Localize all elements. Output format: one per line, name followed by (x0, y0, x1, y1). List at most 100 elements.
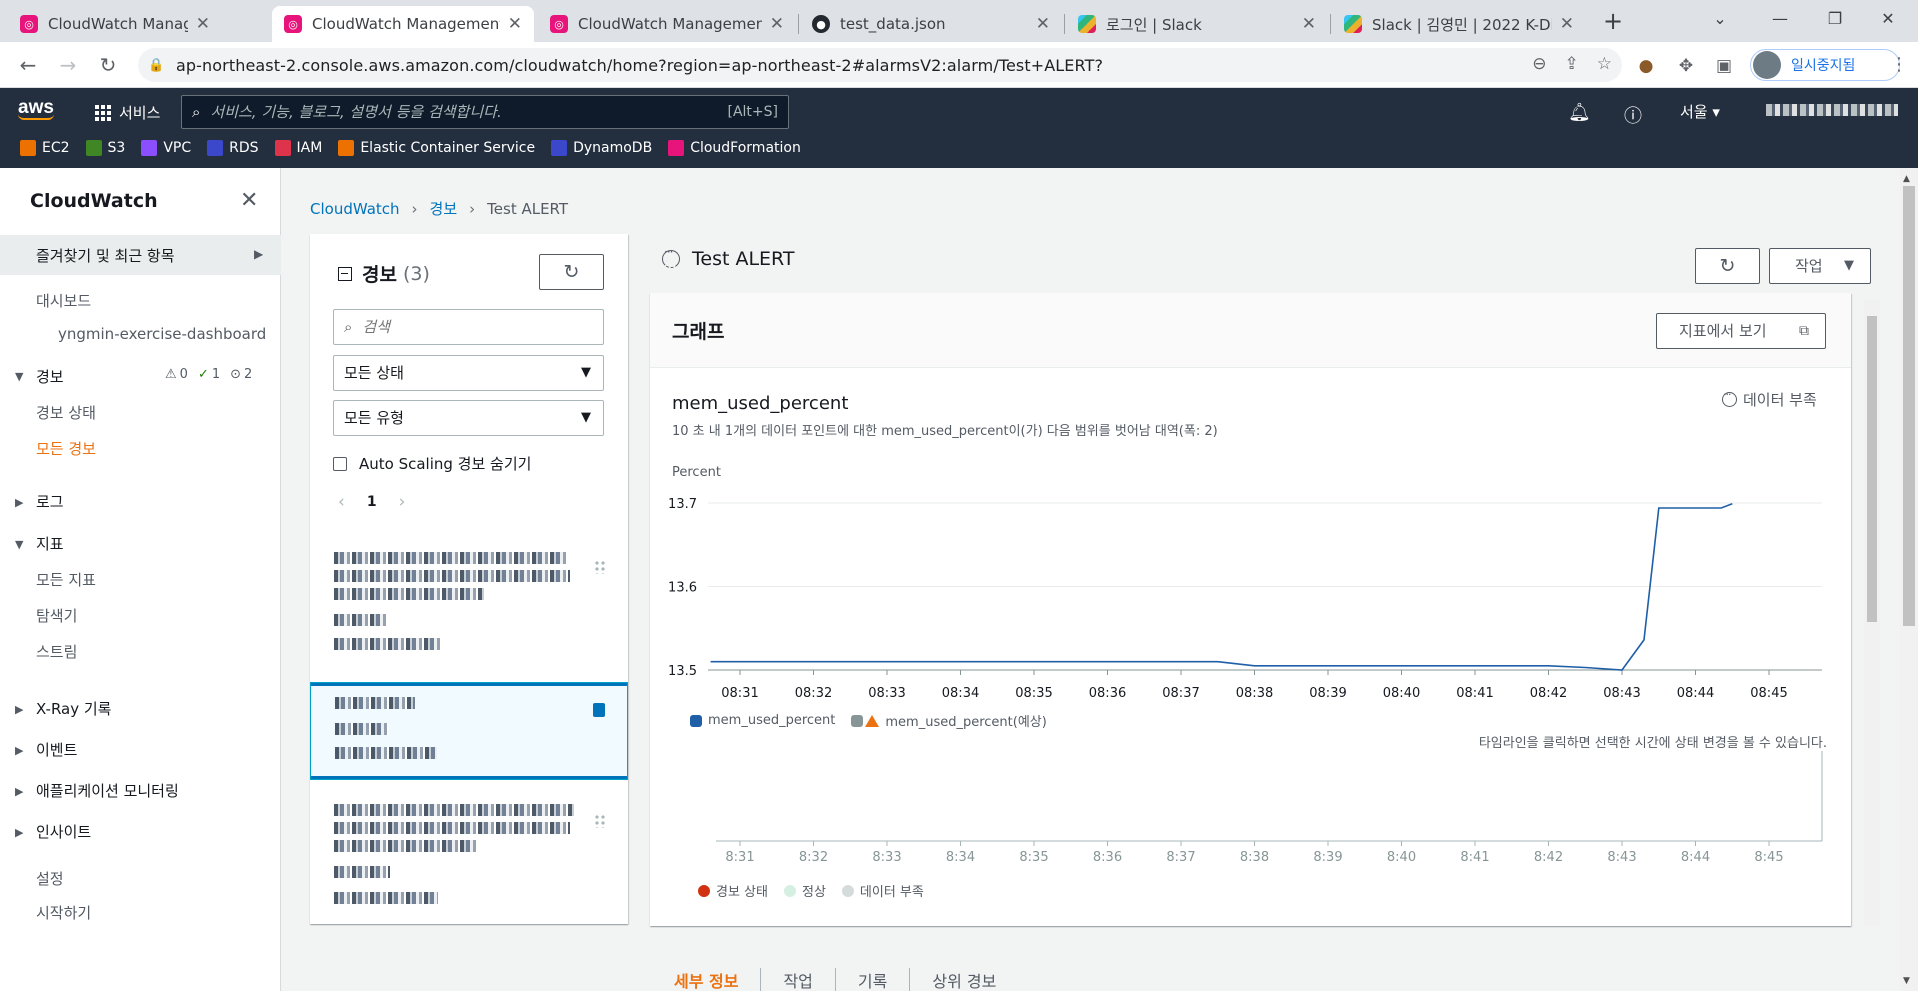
tab-parent-alarms[interactable]: 상위 경보 (910, 968, 1018, 991)
close-window-icon[interactable]: ✕ (1868, 4, 1908, 34)
notifications-bell-icon[interactable]: 🔔︎ (1568, 102, 1591, 123)
aws-logo[interactable]: aws (18, 97, 54, 120)
tab-history[interactable]: 기록 (836, 968, 911, 991)
chevron-left-icon[interactable]: ‹ (338, 492, 345, 512)
tab-search-chevron-icon[interactable]: ⌄ (1700, 4, 1740, 34)
close-icon[interactable]: ✕ (240, 188, 258, 213)
page-scrollbar-thumb[interactable] (1903, 186, 1915, 626)
sidebar-item-dashboard-link[interactable]: yngmin-exercise-dashboard (58, 325, 266, 343)
close-icon[interactable]: ✕ (196, 14, 210, 34)
legend-item-actual[interactable]: mem_used_percent (690, 713, 835, 728)
alarm-search[interactable]: ⌕ (333, 309, 604, 345)
checkbox[interactable] (333, 456, 347, 471)
drag-handle-icon[interactable] (594, 814, 606, 828)
insufficient-count[interactable]: ⊙ 2 (230, 367, 252, 382)
browser-tab[interactable]: ◎ CloudWatch Management ✕ (538, 6, 796, 42)
tab-actions[interactable]: 작업 (761, 968, 836, 991)
hide-autoscaling-checkbox[interactable]: Auto Scaling 경보 숨기기 (333, 453, 531, 474)
close-icon[interactable]: ✕ (508, 14, 522, 34)
sidebar-item-settings[interactable]: 설정 (36, 868, 64, 889)
caret-right-icon[interactable]: ▶ (15, 785, 23, 798)
console-search-input[interactable] (210, 103, 728, 121)
sidebar-section-alarms[interactable]: 경보 (36, 366, 64, 387)
caret-right-icon[interactable]: ▶ (15, 826, 23, 839)
fav-ec2[interactable]: EC2 (20, 140, 70, 156)
sidebar-section-xray[interactable]: X-Ray 기록 (36, 698, 111, 719)
browser-menu-icon[interactable]: ⋮ (1890, 54, 1908, 75)
zoom-icon[interactable]: ⊖ (1532, 54, 1546, 74)
sidebar-item-all-metrics[interactable]: 모든 지표 (36, 569, 96, 590)
caret-right-icon[interactable]: ▶ (15, 744, 23, 757)
sidebar-section-app-monitoring[interactable]: 애플리케이션 모니터링 (36, 780, 179, 801)
detail-scrollbar-thumb[interactable] (1867, 316, 1877, 622)
close-icon[interactable]: ✕ (770, 14, 784, 34)
caret-right-icon[interactable]: ▶ (15, 703, 23, 716)
sidebar-item-streams[interactable]: 스트림 (36, 641, 77, 662)
alarm-search-input[interactable] (362, 318, 593, 336)
alarm-list-item[interactable] (310, 790, 628, 918)
browser-tab[interactable]: ● test_data.json ✕ (800, 6, 1062, 42)
browser-tab[interactable]: 로그인 | Slack ✕ (1066, 6, 1328, 42)
sidebar-item-all-alarms[interactable]: 모든 경보 (36, 438, 96, 459)
drag-handle-icon[interactable] (594, 560, 606, 574)
legend-item-expected[interactable]: mem_used_percent(예상) (851, 711, 1047, 730)
sidebar-section-insights[interactable]: 인사이트 (36, 821, 91, 842)
ok-count[interactable]: ✓ 1 (198, 367, 220, 382)
minimize-icon[interactable]: — (1760, 4, 1800, 34)
chevron-right-icon[interactable]: › (399, 492, 406, 512)
state-filter-select[interactable]: 모든 상태 ▼ (333, 355, 604, 391)
fav-ecs[interactable]: Elastic Container Service (338, 140, 535, 156)
region-selector[interactable]: 서울 ▾ (1680, 101, 1720, 122)
cookie-extension-icon[interactable]: ● (1634, 54, 1658, 78)
console-search[interactable]: ⌕ [Alt+S] (181, 95, 789, 129)
tab-details[interactable]: 세부 정보 (650, 968, 762, 991)
profile-button[interactable]: 일시중지됨 (1750, 49, 1900, 81)
sidebar-item-dashboards[interactable]: 대시보드 (36, 290, 91, 311)
alarm-list-item-selected[interactable] (310, 682, 628, 780)
caret-down-icon[interactable]: ▼ (15, 538, 23, 551)
detail-refresh-button[interactable]: ↻ (1695, 248, 1760, 284)
browser-tab[interactable]: Slack | 김영민 | 2022 K-Dig ✕ (1332, 6, 1586, 42)
sidebar-item-explorer[interactable]: 탐색기 (36, 605, 77, 626)
back-icon[interactable]: ← (12, 49, 44, 81)
browser-tab-active[interactable]: ◎ CloudWatch Management ✕ (272, 6, 534, 42)
bookmark-star-icon[interactable]: ☆ (1597, 54, 1612, 74)
side-panel-icon[interactable]: ▣ (1712, 54, 1736, 78)
close-icon[interactable]: ✕ (1036, 14, 1050, 34)
sidebar-section-metrics[interactable]: 지표 (36, 533, 64, 554)
help-icon[interactable]: ⓘ (1624, 102, 1642, 128)
sidebar-item-alarm-state[interactable]: 경보 상태 (36, 402, 96, 423)
refresh-button[interactable]: ↻ (539, 254, 604, 290)
alarm-count[interactable]: ⚠ 0 (165, 367, 188, 382)
fav-iam[interactable]: IAM (274, 140, 322, 156)
fav-rds[interactable]: RDS (207, 140, 259, 156)
actions-dropdown-button[interactable]: 작업 ▼ (1769, 248, 1871, 284)
metric-line-chart[interactable]: 13.5 13.6 13.7 08:31 08:32 08:33 08:34 08:35 08:… (650, 293, 1851, 926)
close-icon[interactable]: ✕ (1302, 14, 1316, 34)
reload-icon[interactable]: ↻ (92, 49, 124, 81)
fav-s3[interactable]: S3 (85, 140, 125, 156)
address-bar[interactable]: 🔒 ap-northeast-2.console.aws.amazon.com/… (138, 48, 1622, 82)
close-icon[interactable]: ✕ (1560, 14, 1574, 34)
fav-cloudformation[interactable]: CloudFormation (668, 140, 801, 156)
breadcrumb-cloudwatch[interactable]: CloudWatch (310, 200, 400, 218)
caret-right-icon[interactable]: ▶ (15, 496, 23, 509)
forward-icon[interactable]: → (52, 49, 84, 81)
collapse-panel-icon[interactable] (338, 266, 352, 281)
extensions-puzzle-icon[interactable]: ✥ (1674, 54, 1698, 78)
favorites-recent-toggle[interactable]: 즐겨찾기 및 최근 항목 ▶ (0, 235, 281, 275)
browser-tab[interactable]: ◎ CloudWatch Management ✕ (8, 6, 222, 42)
services-menu-button[interactable]: 서비스 (95, 102, 160, 123)
fav-vpc[interactable]: VPC (141, 140, 191, 156)
sidebar-item-getting-started[interactable]: 시작하기 (36, 902, 91, 923)
share-icon[interactable]: ⇪ (1565, 54, 1579, 74)
new-tab-button[interactable]: + (1598, 6, 1628, 36)
page-number[interactable]: 1 (367, 494, 377, 510)
alarm-list-item[interactable] (310, 536, 628, 664)
scroll-down-arrow-icon[interactable]: ▼ (1903, 976, 1910, 986)
scroll-up-arrow-icon[interactable]: ▲ (1903, 174, 1910, 184)
caret-down-icon[interactable]: ▼ (15, 370, 23, 383)
account-menu-redacted[interactable] (1766, 104, 1898, 116)
fav-dynamodb[interactable]: DynamoDB (551, 140, 652, 156)
url-text[interactable]: ap-northeast-2.console.aws.amazon.com/cl… (176, 56, 1103, 75)
